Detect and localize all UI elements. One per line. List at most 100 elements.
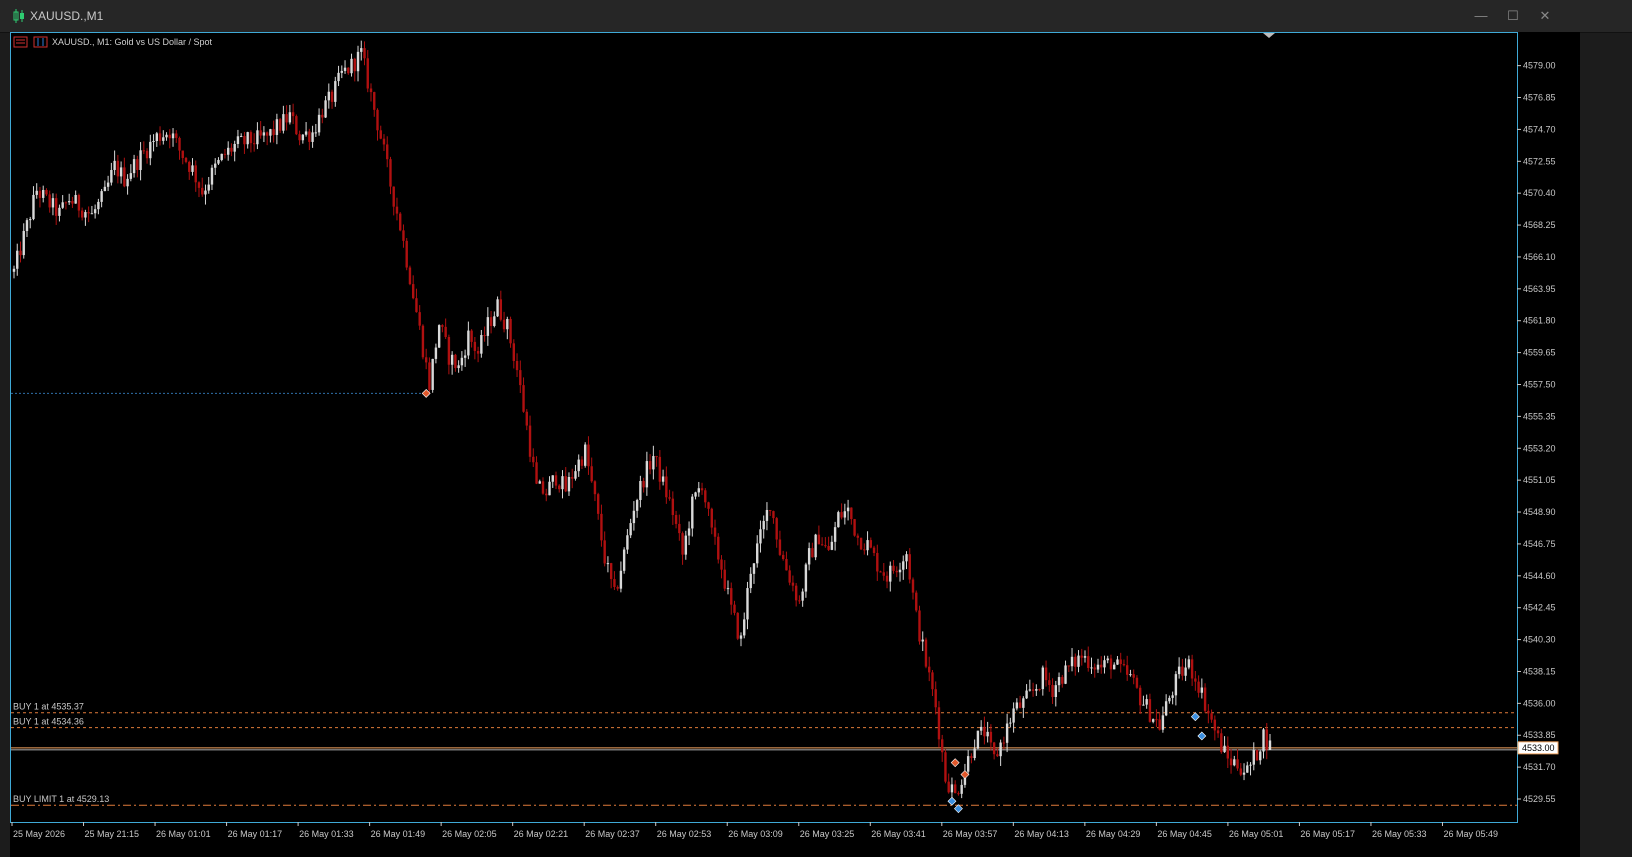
candle-body <box>655 456 658 458</box>
candle-body <box>743 619 746 636</box>
candle-body <box>1100 664 1103 668</box>
candle-body <box>947 781 950 793</box>
y-tick-label: 4529.55 <box>1523 794 1556 804</box>
candle-body <box>953 784 957 794</box>
candle-body <box>872 547 876 553</box>
candle-body <box>12 268 16 272</box>
x-tick-label: 26 May 05:33 <box>1372 829 1427 839</box>
candle-body <box>285 114 288 123</box>
candle-body <box>463 355 467 358</box>
candle-body <box>457 365 460 369</box>
candle-body <box>77 194 81 211</box>
candle-body <box>580 459 584 466</box>
candle-body <box>1220 733 1223 753</box>
candle-body <box>652 456 655 470</box>
candle-body <box>1190 659 1194 679</box>
current-price-tag: 4533.00 <box>1517 741 1559 755</box>
time-axis[interactable]: 25 May 2026 25 May 21:15 26 May 01:01 26 Ma… <box>11 822 1498 839</box>
candle-body <box>820 544 824 546</box>
candle-body <box>1252 750 1255 765</box>
candle-body <box>843 511 847 518</box>
candle-body <box>1197 681 1200 693</box>
window-title: XAUUSD.,M1 <box>30 9 104 23</box>
x-tick-label: 26 May 04:45 <box>1157 829 1212 839</box>
candle-body <box>87 212 90 214</box>
candle-body <box>989 731 993 743</box>
candle-body <box>239 136 243 138</box>
y-tick-label: 4572.55 <box>1523 156 1556 166</box>
candle-body <box>80 210 84 218</box>
x-tick-label: 26 May 01:49 <box>371 829 426 839</box>
chart-canvas[interactable]: XAUUSD., M1: Gold vs US Dollar / Spot 45… <box>10 32 1580 857</box>
candle-body <box>859 537 863 550</box>
candle-body <box>584 444 587 466</box>
y-tick-label: 4538.15 <box>1523 666 1556 676</box>
candle-body <box>19 250 22 256</box>
candle-body <box>1158 719 1161 730</box>
candle-body <box>564 476 567 492</box>
candle-body <box>866 540 869 551</box>
candle-body <box>661 476 665 482</box>
candle-body <box>632 510 636 524</box>
candle-body <box>720 559 723 570</box>
candle-body <box>295 116 298 135</box>
candle-body <box>447 337 451 365</box>
x-tick-label: 26 May 01:17 <box>228 829 283 839</box>
candle-body <box>704 490 707 503</box>
candle-body <box>402 230 405 241</box>
price-chart[interactable]: XAUUSD., M1: Gold vs US Dollar / Spot 45… <box>10 32 1580 857</box>
candle-body <box>1025 690 1028 699</box>
price-axis[interactable]: 4579.00 4576.85 4574.70 4572.55 4570.40 4568.… <box>1517 61 1556 804</box>
candle-body <box>373 92 376 110</box>
candle-body <box>869 540 873 548</box>
candle-body <box>181 150 184 158</box>
candle-body <box>1038 689 1041 691</box>
minimize-button[interactable]: — <box>1466 6 1496 26</box>
y-tick-label: 4563.95 <box>1523 284 1556 294</box>
candle-body <box>360 48 363 52</box>
maximize-button[interactable]: ☐ <box>1498 6 1528 26</box>
candle-body <box>480 335 483 354</box>
close-button[interactable]: ✕ <box>1530 6 1560 26</box>
candle-body <box>262 132 266 136</box>
candle-body <box>885 575 889 582</box>
candle-body <box>950 784 954 793</box>
candle-body <box>833 527 837 542</box>
y-tick-label: 4544.60 <box>1523 571 1556 581</box>
candle-body <box>395 206 399 214</box>
candle-body <box>48 194 51 208</box>
candle-body <box>1061 677 1064 684</box>
candle-body <box>902 561 905 570</box>
candle-body <box>648 461 652 470</box>
candle-body <box>1174 674 1178 696</box>
candle-body <box>639 480 642 501</box>
candle-body <box>1207 710 1210 714</box>
candle-body <box>1015 702 1019 709</box>
candle-body <box>314 132 318 134</box>
candle-body <box>1242 772 1246 775</box>
candle-body <box>687 528 691 536</box>
candle-body <box>476 350 480 354</box>
candle-body <box>243 136 246 145</box>
candle-body <box>509 318 512 344</box>
candle-body <box>824 545 827 547</box>
candle-body <box>236 136 240 144</box>
candle-body <box>123 167 126 187</box>
candle-body <box>522 385 525 412</box>
y-tick-label: 4576.85 <box>1523 93 1556 103</box>
candle-body <box>386 144 389 160</box>
candle-body <box>298 134 301 141</box>
y-tick-label: 4559.65 <box>1523 348 1556 358</box>
candle-body <box>674 515 678 524</box>
title-bar[interactable]: XAUUSD.,M1 — ☐ ✕ <box>0 0 1632 33</box>
candle-body <box>804 564 808 592</box>
candle-body <box>1051 684 1054 697</box>
candle-body <box>700 488 704 491</box>
candle-body <box>1044 667 1048 681</box>
candle-body <box>1233 759 1236 766</box>
candle-body <box>710 508 713 528</box>
candle-body <box>272 129 275 135</box>
y-tick-label: 4557.50 <box>1523 379 1556 389</box>
candle-body <box>807 548 811 565</box>
candle-body <box>1138 687 1142 706</box>
